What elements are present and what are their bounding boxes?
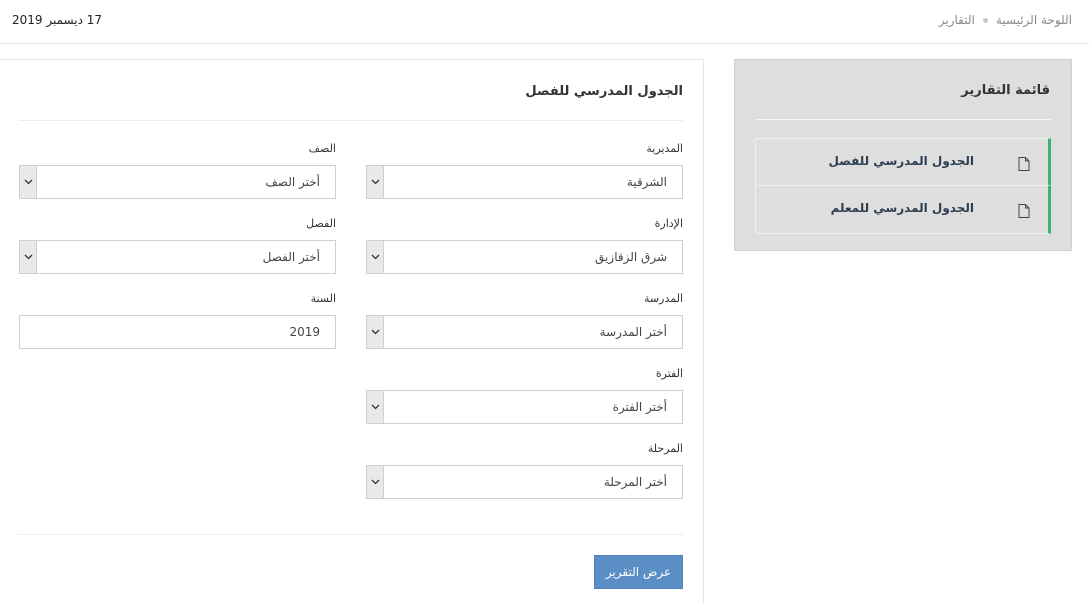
- chevron-down-icon: [367, 241, 384, 273]
- breadcrumb-separator: [982, 17, 988, 23]
- chevron-down-icon: [367, 316, 384, 348]
- report-item-label: الجدول المدرسي للمعلم: [830, 201, 974, 215]
- stage-value: أختر المرحلة: [603, 475, 667, 489]
- year-value: 2019: [289, 325, 320, 339]
- app-root: 17 ديسمبر 2019 اللوحة الرئيسية التقارير …: [0, 0, 1089, 603]
- directorate-label: المديرية: [646, 142, 683, 155]
- period-select[interactable]: أختر الفترة: [366, 390, 683, 424]
- breadcrumb-home[interactable]: اللوحة الرئيسية: [996, 13, 1072, 27]
- chevron-down-icon: [367, 391, 384, 423]
- class-label: الفصل: [306, 217, 336, 230]
- report-form-card: الجدول المدرسي للفصل المديرية الشرقية ال…: [0, 59, 704, 603]
- current-date: 17 ديسمبر 2019: [12, 13, 103, 27]
- chevron-down-icon: [20, 241, 37, 273]
- document-icon: [1018, 156, 1030, 171]
- class-value: أختر الفصل: [262, 250, 320, 264]
- breadcrumb-reports[interactable]: التقارير: [939, 13, 975, 27]
- grade-value: أختر الصف: [265, 175, 320, 189]
- grade-select[interactable]: أختر الصف: [19, 165, 336, 199]
- form-title: الجدول المدرسي للفصل: [525, 84, 683, 99]
- chevron-down-icon: [20, 166, 37, 198]
- administration-select[interactable]: شرق الزقازيق: [366, 240, 683, 274]
- breadcrumb: اللوحة الرئيسية التقارير: [939, 13, 1072, 27]
- stage-label: المرحلة: [647, 442, 683, 455]
- directorate-select[interactable]: الشرقية: [366, 165, 683, 199]
- year-input[interactable]: 2019: [19, 315, 336, 349]
- report-item-teacher-schedule[interactable]: الجدول المدرسي للمعلم: [755, 186, 1051, 234]
- reports-panel: قائمة التقارير الجدول المدرسي للفصل الجد…: [734, 59, 1072, 251]
- chevron-down-icon: [367, 166, 384, 198]
- year-label: السنة: [310, 292, 336, 305]
- reports-list: الجدول المدرسي للفصل الجدول المدرسي للمع…: [755, 138, 1051, 234]
- report-item-class-schedule[interactable]: الجدول المدرسي للفصل: [755, 138, 1051, 186]
- administration-label: الإدارة: [654, 217, 683, 230]
- report-item-label: الجدول المدرسي للفصل: [828, 154, 974, 168]
- reports-panel-title: قائمة التقارير: [961, 83, 1050, 98]
- divider: [18, 534, 683, 535]
- period-label: الفترة: [655, 367, 683, 380]
- directorate-value: الشرقية: [626, 175, 667, 189]
- school-label: المدرسة: [644, 292, 683, 305]
- top-bar: 17 ديسمبر 2019 اللوحة الرئيسية التقارير: [0, 0, 1089, 44]
- school-value: أختر المدرسة: [599, 325, 667, 339]
- document-icon: [1018, 203, 1030, 218]
- grade-label: الصف: [308, 142, 336, 155]
- divider: [755, 119, 1051, 120]
- administration-value: شرق الزقازيق: [595, 250, 667, 264]
- class-select[interactable]: أختر الفصل: [19, 240, 336, 274]
- divider: [18, 120, 683, 121]
- period-value: أختر الفترة: [612, 400, 667, 414]
- show-report-button[interactable]: عرض التقرير: [594, 555, 683, 589]
- stage-select[interactable]: أختر المرحلة: [366, 465, 683, 499]
- chevron-down-icon: [367, 466, 384, 498]
- school-select[interactable]: أختر المدرسة: [366, 315, 683, 349]
